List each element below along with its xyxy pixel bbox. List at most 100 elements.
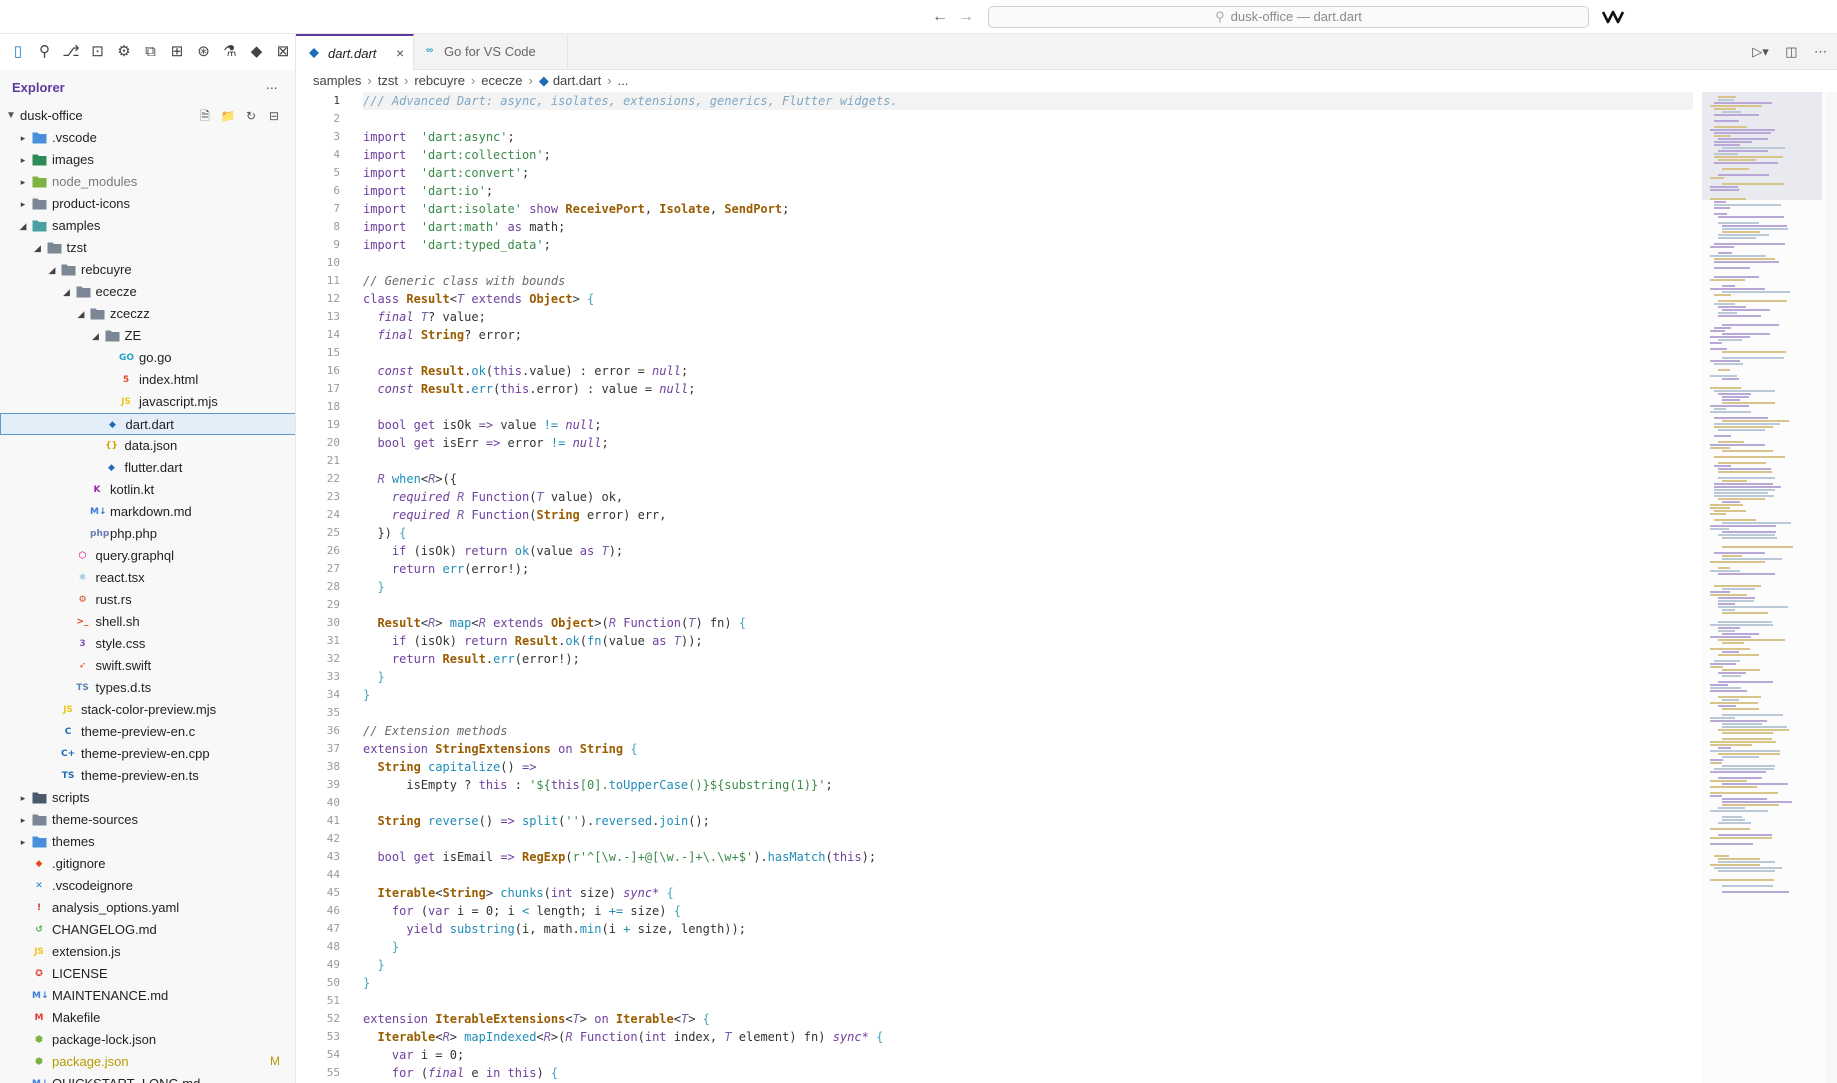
command-center[interactable]: ⚲ dusk-office — dart.dart bbox=[988, 6, 1589, 28]
tree-file[interactable]: {} data.json bbox=[0, 435, 295, 457]
code-line[interactable]: yield substring(i, math.min(i + size, le… bbox=[363, 920, 1693, 938]
tree-file[interactable]: ✕ .vscodeignore bbox=[0, 875, 295, 897]
tree-file[interactable]: ◆ .gitignore bbox=[0, 853, 295, 875]
code-line[interactable]: isEmpty ? this : '${this[0].toUpperCase(… bbox=[363, 776, 1693, 794]
code-line[interactable]: bool get isOk => value != null; bbox=[363, 416, 1693, 434]
code-line[interactable]: /// Advanced Dart: async, isolates, exte… bbox=[363, 92, 1693, 110]
code-line[interactable] bbox=[363, 398, 1693, 416]
tree-folder[interactable]: ▸ themes bbox=[0, 831, 295, 853]
code-line[interactable] bbox=[363, 704, 1693, 722]
code-line[interactable]: } bbox=[363, 686, 1693, 704]
code-line[interactable]: // Generic class with bounds bbox=[363, 272, 1693, 290]
tree-file[interactable]: >_ shell.sh bbox=[0, 611, 295, 633]
code-line[interactable] bbox=[363, 866, 1693, 884]
files-icon[interactable]: ▯ bbox=[9, 43, 27, 61]
map-icon[interactable]: ⊡ bbox=[89, 43, 107, 61]
tree-file[interactable]: ⚙ rust.rs bbox=[0, 589, 295, 611]
back-arrow-icon[interactable]: ← bbox=[930, 7, 950, 27]
extensions-icon[interactable]: ⚙ bbox=[115, 43, 133, 61]
dart-icon[interactable]: ◆ bbox=[248, 43, 266, 61]
code-line[interactable]: } bbox=[363, 974, 1693, 992]
tree-folder[interactable]: ◢ tzst bbox=[0, 237, 295, 259]
tree-folder[interactable]: ◢ rebcuyre bbox=[0, 259, 295, 281]
split-editor-icon[interactable]: ◫ bbox=[1785, 44, 1797, 60]
tree-file[interactable]: M↓QUICKSTART_LONG.md bbox=[0, 1073, 295, 1083]
chevron-right-icon[interactable]: ▸ bbox=[18, 133, 28, 144]
code-line[interactable]: final String? error; bbox=[363, 326, 1693, 344]
code-line[interactable]: } bbox=[363, 668, 1693, 686]
tree-folder[interactable]: ◢ ZE bbox=[0, 325, 295, 347]
tree-folder[interactable]: ▸ .vscode bbox=[0, 127, 295, 149]
code-line[interactable]: import 'dart:collection'; bbox=[363, 146, 1693, 164]
code-line[interactable]: for (final e in this) { bbox=[363, 1064, 1693, 1082]
code-line[interactable]: required R Function(String error) err, bbox=[363, 506, 1693, 524]
tree-folder[interactable]: ▸ theme-sources bbox=[0, 809, 295, 831]
tree-folder[interactable]: ▸ scripts bbox=[0, 787, 295, 809]
code-line[interactable]: if (isOk) return ok(value as T); bbox=[363, 542, 1693, 560]
tree-file[interactable]: GO go.go bbox=[0, 347, 295, 369]
tree-file[interactable]: 5 index.html bbox=[0, 369, 295, 391]
tree-folder[interactable]: ▸ node_modules bbox=[0, 171, 295, 193]
tree-file[interactable]: Kkotlin.kt bbox=[0, 479, 295, 501]
run-debug-icon[interactable]: ▷▾ bbox=[1752, 44, 1769, 60]
code-line[interactable]: return Result.err(error!); bbox=[363, 650, 1693, 668]
tree-file[interactable]: JS javascript.mjs bbox=[0, 391, 295, 413]
code-editor[interactable]: 1 2 3 4 5 6 7 8 9 10 11 12 13 14 15 16 17 18 19 20 21 22 23 24 2… bbox=[296, 92, 1702, 1083]
code-line[interactable]: } bbox=[363, 938, 1693, 956]
chevron-down-icon[interactable]: ◢ bbox=[47, 265, 57, 276]
code-line[interactable]: import 'dart:typed_data'; bbox=[363, 236, 1693, 254]
tree-file[interactable]: ⬡ query.graphql bbox=[0, 545, 295, 567]
tree-folder[interactable]: ◢ ececze bbox=[0, 281, 295, 303]
more-actions-icon[interactable]: ⋯ bbox=[1814, 44, 1827, 60]
tree-file[interactable]: C+ theme-preview-en.cpp bbox=[0, 743, 295, 765]
flask-icon[interactable]: ⚗ bbox=[221, 43, 239, 61]
new-file-icon[interactable]: 🗎 bbox=[196, 107, 214, 125]
code-line[interactable]: const Result.err(this.error) : value = n… bbox=[363, 380, 1693, 398]
breadcrumb-item[interactable]: ececze bbox=[481, 73, 522, 88]
code-line[interactable]: extension IterableExtensions<T> on Itera… bbox=[363, 1010, 1693, 1028]
code-line[interactable]: String capitalize() => bbox=[363, 758, 1693, 776]
tree-file[interactable]: ⬢ package.json M bbox=[0, 1051, 295, 1073]
breadcrumb-item[interactable]: rebcuyre bbox=[414, 73, 465, 88]
tree-folder[interactable]: ◢ zceczz bbox=[0, 303, 295, 325]
tree-file[interactable]: TS types.d.ts bbox=[0, 677, 295, 699]
vertical-scrollbar[interactable] bbox=[1826, 92, 1837, 1083]
code-line[interactable] bbox=[363, 452, 1693, 470]
code-line[interactable]: required R Function(T value) ok, bbox=[363, 488, 1693, 506]
tree-file[interactable]: 3 style.css bbox=[0, 633, 295, 655]
code-line[interactable]: import 'dart:isolate' show ReceivePort, … bbox=[363, 200, 1693, 218]
tree-file[interactable]: ✪ LICENSE bbox=[0, 963, 295, 985]
code-line[interactable]: import 'dart:async'; bbox=[363, 128, 1693, 146]
chevron-right-icon[interactable]: ▸ bbox=[18, 155, 28, 166]
chevron-right-icon[interactable]: ▸ bbox=[18, 177, 28, 188]
code-line[interactable]: extension StringExtensions on String { bbox=[363, 740, 1693, 758]
tree-file[interactable]: ◆ dart.dart bbox=[0, 413, 295, 435]
code-line[interactable] bbox=[363, 254, 1693, 272]
code-line[interactable]: }) { bbox=[363, 524, 1693, 542]
workspace-root[interactable]: ▼ dusk-office 🗎 📁 ↻ ⊟ bbox=[0, 105, 295, 127]
close-icon[interactable]: × bbox=[396, 45, 404, 61]
code-line[interactable]: import 'dart:convert'; bbox=[363, 164, 1693, 182]
code-line[interactable]: return err(error!); bbox=[363, 560, 1693, 578]
breadcrumb-item[interactable]: dart.dart bbox=[553, 73, 601, 88]
code-line[interactable]: bool get isErr => error != null; bbox=[363, 434, 1693, 452]
chevron-right-icon[interactable]: ▸ bbox=[18, 837, 28, 848]
chevron-right-icon[interactable]: ▸ bbox=[18, 815, 28, 826]
tree-file[interactable]: ! analysis_options.yaml bbox=[0, 897, 295, 919]
code-line[interactable]: if (isOk) return Result.ok(fn(value as T… bbox=[363, 632, 1693, 650]
code-line[interactable]: var i = 0; bbox=[363, 1046, 1693, 1064]
breadcrumb-item[interactable]: ... bbox=[618, 73, 629, 88]
tree-file[interactable]: M Makefile bbox=[0, 1007, 295, 1029]
tree-file[interactable]: JS stack-color-preview.mjs bbox=[0, 699, 295, 721]
code-line[interactable]: const Result.ok(this.value) : error = nu… bbox=[363, 362, 1693, 380]
code-line[interactable]: } bbox=[363, 956, 1693, 974]
tree-file[interactable]: php php.php bbox=[0, 523, 295, 545]
accounts-icon[interactable]: ⊞ bbox=[168, 43, 186, 61]
code-line[interactable] bbox=[363, 794, 1693, 812]
source-control-icon[interactable]: ⎇ bbox=[62, 43, 80, 61]
minimap[interactable] bbox=[1702, 92, 1826, 1083]
code-line[interactable]: // Extension methods bbox=[363, 722, 1693, 740]
tree-file[interactable]: ⚛ react.tsx bbox=[0, 567, 295, 589]
tree-file[interactable]: JS extension.js bbox=[0, 941, 295, 963]
tab-dart-dart[interactable]: dart.dart × bbox=[296, 34, 414, 70]
